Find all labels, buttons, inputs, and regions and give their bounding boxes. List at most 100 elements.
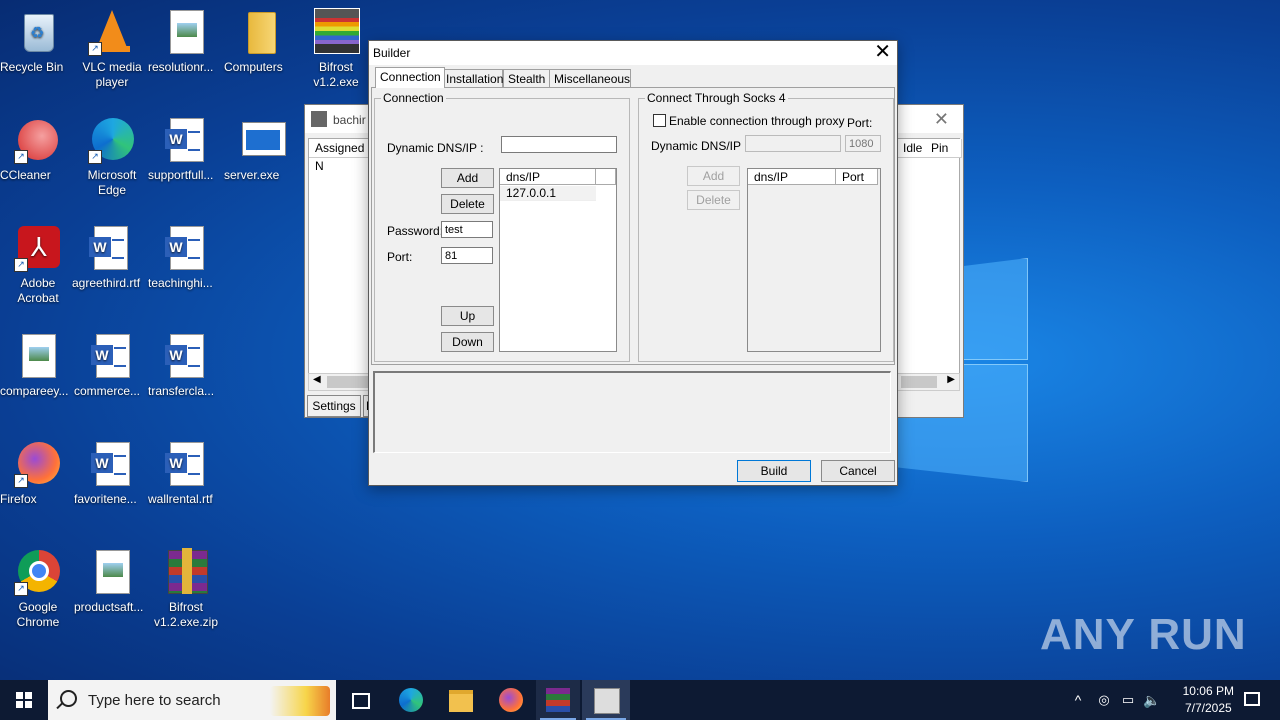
down-button[interactable]: Down — [441, 332, 494, 352]
desktop-icon-computers-folder[interactable]: Computers — [224, 8, 300, 74]
column-header[interactable]: Idle — [897, 139, 926, 158]
word-file-icon: W — [88, 440, 136, 488]
clock[interactable]: 10:06 PM 7/7/2025 — [1183, 683, 1234, 717]
close-icon[interactable]: ✕ — [874, 42, 891, 62]
builder-dialog: Builder ✕ Connection Installation Stealt… — [368, 40, 898, 486]
port-input[interactable]: 81 — [441, 247, 493, 264]
group-label: Connect Through Socks 4 — [645, 91, 788, 105]
desktop-icon-server-exe[interactable]: server.exe — [224, 116, 300, 182]
desktop-icon-compareey[interactable]: compareey... — [0, 332, 76, 398]
socks-list[interactable]: dns/IP Port — [747, 168, 881, 352]
tab-installation[interactable]: Installation — [441, 69, 503, 88]
socks-delete-button[interactable]: Delete — [687, 190, 740, 210]
tab-connection[interactable]: Connection — [375, 67, 445, 88]
desktop-icon-vlc[interactable]: ↗ VLC media player — [74, 8, 150, 89]
desktop-icon-bifrost-exe[interactable]: Bifrost v1.2.exe — [298, 8, 374, 89]
socks-dns-input[interactable] — [745, 135, 841, 152]
tab-stealth[interactable]: Stealth — [503, 69, 551, 88]
dns-list[interactable]: dns/IP 127.0.0.1 — [499, 168, 617, 352]
socks-group: Connect Through Socks 4 Enable connectio… — [638, 91, 894, 362]
settings-tab[interactable]: Settings — [307, 395, 361, 417]
desktop-icon-ccleaner[interactable]: ↗ CCleaner — [0, 116, 76, 182]
cancel-button[interactable]: Cancel — [821, 460, 895, 482]
desktop-icon-acrobat[interactable]: ⅄ ↗ Adobe Acrobat — [0, 224, 76, 305]
list-header-empty[interactable] — [596, 169, 616, 185]
close-icon[interactable]: ✕ — [934, 109, 949, 130]
notification-button[interactable] — [1232, 680, 1272, 720]
socks-port-label: Port: — [847, 116, 873, 130]
group-label: Connection — [381, 91, 446, 105]
scroll-thumb[interactable] — [901, 376, 937, 388]
icon-label: Microsoft Edge — [87, 168, 137, 197]
list-header-dns-ip[interactable]: dns/IP — [748, 169, 836, 185]
password-label: Password: — [387, 224, 444, 238]
up-button[interactable]: Up — [441, 306, 494, 326]
scroll-right-icon[interactable]: ▶ — [947, 374, 955, 385]
app-icon — [311, 111, 327, 127]
bifrost-exe-icon — [312, 8, 360, 56]
image-file-icon — [162, 8, 210, 56]
taskbar-winrar[interactable] — [536, 680, 580, 720]
desktop-icon-bifrost-zip[interactable]: Bifrost v1.2.exe.zip — [148, 548, 224, 629]
desktop-icon-commerce[interactable]: W commerce... — [74, 332, 150, 398]
desktop-icon-chrome[interactable]: ↗ Google Chrome — [0, 548, 76, 629]
taskbar-edge[interactable] — [390, 680, 430, 720]
chevron-up-icon[interactable]: ^ — [1068, 680, 1088, 720]
desktop-icon-wallrental[interactable]: W wallrental.rtf — [148, 440, 224, 506]
desktop-icon-teachinghi[interactable]: W teachinghi... — [148, 224, 224, 290]
column-header[interactable]: Pin — [925, 139, 962, 158]
taskbar-file-explorer[interactable] — [440, 680, 480, 720]
taskbar-firefox[interactable] — [490, 680, 530, 720]
list-header-dns-ip[interactable]: dns/IP — [500, 169, 596, 185]
taskbar-bifrost[interactable] — [582, 680, 630, 720]
dns-input[interactable] — [501, 136, 617, 153]
tab-miscellaneous[interactable]: Miscellaneous — [549, 69, 631, 88]
add-button[interactable]: Add — [441, 168, 494, 188]
list-header-port[interactable]: Port — [836, 169, 878, 185]
icon-label: productsaft... — [74, 600, 144, 614]
window-title: bachir — [333, 113, 366, 127]
word-file-icon: W — [88, 332, 136, 380]
word-file-icon: W — [86, 224, 134, 272]
desktop-icon-edge[interactable]: ↗ Microsoft Edge — [74, 116, 150, 197]
desktop-icon-resolutionr[interactable]: resolutionr... — [148, 8, 224, 74]
connection-group: Connection Dynamic DNS/IP : Add Delete P… — [374, 91, 630, 362]
search-icon — [60, 690, 77, 707]
enable-proxy-checkbox[interactable] — [653, 114, 666, 127]
desktop-icon-productsaft[interactable]: productsaft... — [74, 548, 150, 614]
icon-label: supportfull... — [148, 168, 214, 182]
vlc-icon: ↗ — [88, 8, 136, 56]
task-view-button[interactable] — [340, 680, 380, 720]
volume-icon[interactable]: 🔈 — [1142, 680, 1162, 720]
socks-port-input[interactable]: 1080 — [845, 135, 881, 152]
icon-label: favoritene... — [74, 492, 137, 506]
desktop-icon-recycle-bin[interactable]: ♻ Recycle Bin — [0, 8, 76, 74]
build-button[interactable]: Build — [737, 460, 811, 482]
folder-icon — [238, 8, 286, 56]
column-header[interactable]: Assigned N — [309, 139, 376, 173]
scroll-left-icon[interactable]: ◀ — [313, 374, 321, 385]
desktop-icon-favoritene[interactable]: W favoritene... — [74, 440, 150, 506]
socks-dns-label: Dynamic DNS/IP : — [651, 139, 748, 153]
delete-button[interactable]: Delete — [441, 194, 494, 214]
icon-label: Google Chrome — [16, 600, 60, 629]
desktop-icon-supportfull[interactable]: W supportfull... — [148, 116, 224, 182]
tab-panel-connection: Connection Dynamic DNS/IP : Add Delete P… — [371, 87, 895, 365]
enable-proxy-label: Enable connection through proxy — [669, 114, 845, 128]
firefox-icon: ↗ — [14, 440, 62, 488]
icon-label: commerce... — [74, 384, 141, 398]
password-input[interactable]: test — [441, 221, 493, 238]
clock-date: 7/7/2025 — [1184, 701, 1232, 715]
scroll-thumb[interactable] — [327, 376, 371, 388]
windows-icon — [16, 692, 32, 708]
list-item[interactable]: 127.0.0.1 — [500, 186, 596, 201]
desktop-icon-transfercla[interactable]: W transfercla... — [148, 332, 224, 398]
network-icon[interactable]: ▭ — [1118, 680, 1138, 720]
socks-add-button[interactable]: Add — [687, 166, 740, 186]
desktop-icon-agreethird[interactable]: W agreethird.rtf — [72, 224, 148, 290]
dialog-title: Builder — [373, 46, 411, 60]
desktop-icon-firefox[interactable]: ↗ Firefox — [0, 440, 76, 506]
start-button[interactable] — [0, 680, 48, 720]
meet-icon[interactable]: ◎ — [1094, 680, 1114, 720]
search-box[interactable]: Type here to search — [48, 680, 336, 720]
